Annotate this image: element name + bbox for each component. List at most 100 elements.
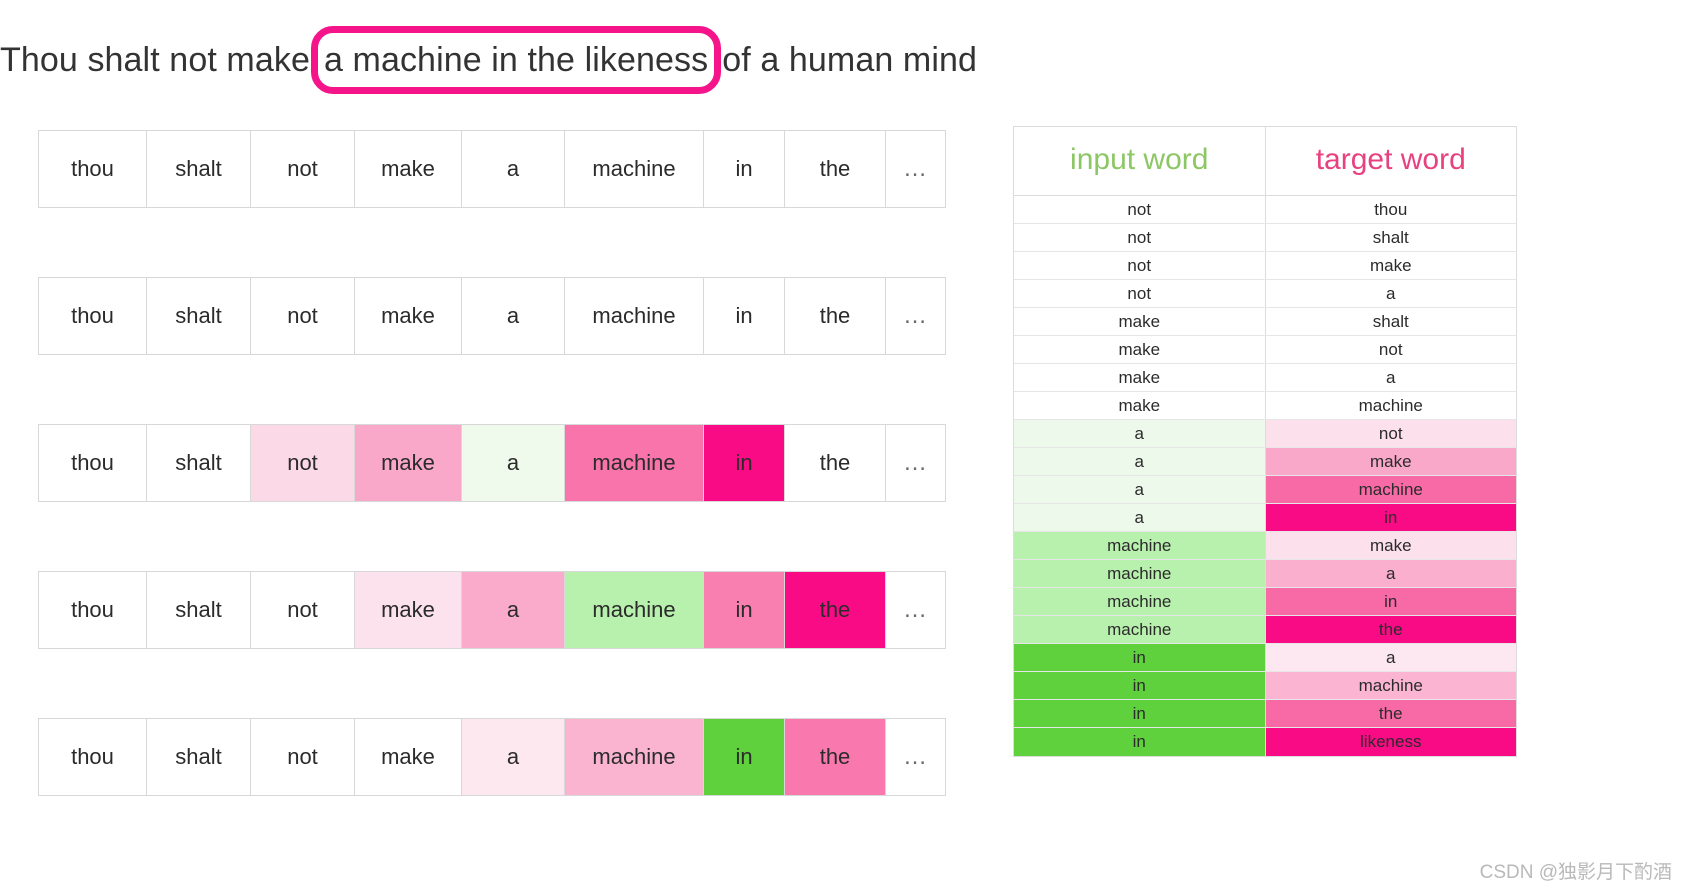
table-row: in machine — [1014, 671, 1516, 700]
table-row: machine the — [1014, 615, 1516, 644]
word-cell: … — [886, 572, 946, 648]
table-row: make a — [1014, 363, 1516, 392]
input-target-table: input word target word not thou not shalt no… — [1014, 127, 1516, 756]
word-cell: a — [462, 131, 565, 207]
headline-highlight-box: a machine in the likeness — [310, 26, 722, 94]
input-word-cell: in — [1014, 643, 1266, 672]
table-row: a make — [1014, 447, 1516, 476]
target-word-cell: a — [1265, 643, 1516, 672]
word-cell: machine — [565, 425, 704, 501]
sentence-strip: thou shalt not make a machine in the… — [38, 424, 946, 502]
target-word-cell: in — [1265, 587, 1516, 616]
word-cell: … — [886, 131, 946, 207]
input-word-cell: make — [1014, 335, 1266, 364]
input-word-cell: not — [1014, 279, 1266, 308]
table-row: machine a — [1014, 559, 1516, 588]
table-row: machine make — [1014, 531, 1516, 560]
word-cell: thou — [39, 572, 147, 648]
table-row: a machine — [1014, 475, 1516, 504]
target-word-cell: machine — [1265, 475, 1516, 504]
word-cell: shalt — [147, 278, 251, 354]
word-cell: the — [785, 278, 886, 354]
target-word-cell: thou — [1265, 195, 1516, 224]
input-word-cell: make — [1014, 363, 1266, 392]
sentence-strip-list: thou shalt not make a machine in the… thou shalt n… — [38, 130, 946, 796]
table-row: in likeness — [1014, 727, 1516, 756]
word-cell: machine — [565, 572, 704, 648]
column-header-input-word: input word — [1014, 127, 1266, 196]
target-word-cell: in — [1265, 503, 1516, 532]
word-cell: … — [886, 425, 946, 501]
word-cell: thou — [39, 425, 147, 501]
target-word-cell: make — [1265, 251, 1516, 280]
table-row: in the — [1014, 699, 1516, 728]
input-word-cell: make — [1014, 391, 1266, 420]
input-word-cell: not — [1014, 223, 1266, 252]
word-cell: make — [355, 719, 462, 795]
input-word-cell: machine — [1014, 531, 1266, 560]
word-cell: shalt — [147, 425, 251, 501]
word-cell: make — [355, 425, 462, 501]
table-row: not make — [1014, 251, 1516, 280]
word-cell: the — [785, 572, 886, 648]
table-row: in a — [1014, 643, 1516, 672]
word-cell: shalt — [147, 719, 251, 795]
input-target-table-container: input word target word not thou not shalt no… — [1013, 126, 1517, 757]
word-cell: in — [704, 131, 785, 207]
sentence-strip: thou shalt not make a machine in the… — [38, 571, 946, 649]
word-cell: thou — [39, 719, 147, 795]
input-word-cell: machine — [1014, 559, 1266, 588]
word-cell: a — [462, 278, 565, 354]
word-cell: thou — [39, 131, 147, 207]
word-cell: in — [704, 278, 785, 354]
word-cell: … — [886, 719, 946, 795]
sentence-strip: thou shalt not make a machine in the… — [38, 718, 946, 796]
input-word-cell: make — [1014, 307, 1266, 336]
target-word-cell: machine — [1265, 391, 1516, 420]
table-row: make machine — [1014, 391, 1516, 420]
target-word-cell: make — [1265, 531, 1516, 560]
input-word-cell: in — [1014, 671, 1266, 700]
target-word-cell: shalt — [1265, 223, 1516, 252]
table-row: not shalt — [1014, 223, 1516, 252]
input-word-cell: not — [1014, 195, 1266, 224]
table-row: not thou — [1014, 195, 1516, 224]
word-cell: the — [785, 425, 886, 501]
target-word-cell: the — [1265, 615, 1516, 644]
word-cell: make — [355, 131, 462, 207]
word-cell: in — [704, 572, 785, 648]
table-body: not thou not shalt not make not a make shalt make n… — [1014, 195, 1516, 756]
sentence-strip: thou shalt not make a machine in the… — [38, 277, 946, 355]
table-row: a not — [1014, 419, 1516, 448]
target-word-cell: not — [1265, 419, 1516, 448]
word-cell: … — [886, 278, 946, 354]
word-cell: a — [462, 572, 565, 648]
sentence-strip: thou shalt not make a machine in the… — [38, 130, 946, 208]
target-word-cell: make — [1265, 447, 1516, 476]
target-word-cell: not — [1265, 335, 1516, 364]
word-cell: make — [355, 572, 462, 648]
word-cell: thou — [39, 278, 147, 354]
table-header-row: input word target word — [1014, 127, 1516, 196]
word-cell: a — [462, 719, 565, 795]
target-word-cell: a — [1265, 363, 1516, 392]
target-word-cell: a — [1265, 559, 1516, 588]
word-cell: machine — [565, 131, 704, 207]
headline-sentence: Thou shalt not make a machine in the lik… — [0, 26, 1100, 94]
word-cell: in — [704, 719, 785, 795]
input-word-cell: a — [1014, 503, 1266, 532]
word-cell: machine — [565, 719, 704, 795]
word-cell: shalt — [147, 572, 251, 648]
input-word-cell: in — [1014, 699, 1266, 728]
word-cell: the — [785, 131, 886, 207]
input-word-cell: a — [1014, 419, 1266, 448]
input-word-cell: a — [1014, 475, 1266, 504]
target-word-cell: shalt — [1265, 307, 1516, 336]
table-row: make shalt — [1014, 307, 1516, 336]
word-cell: not — [251, 719, 355, 795]
word-cell: make — [355, 278, 462, 354]
input-word-cell: not — [1014, 251, 1266, 280]
column-header-target-word: target word — [1265, 127, 1516, 196]
word-cell: the — [785, 719, 886, 795]
table-row: not a — [1014, 279, 1516, 308]
